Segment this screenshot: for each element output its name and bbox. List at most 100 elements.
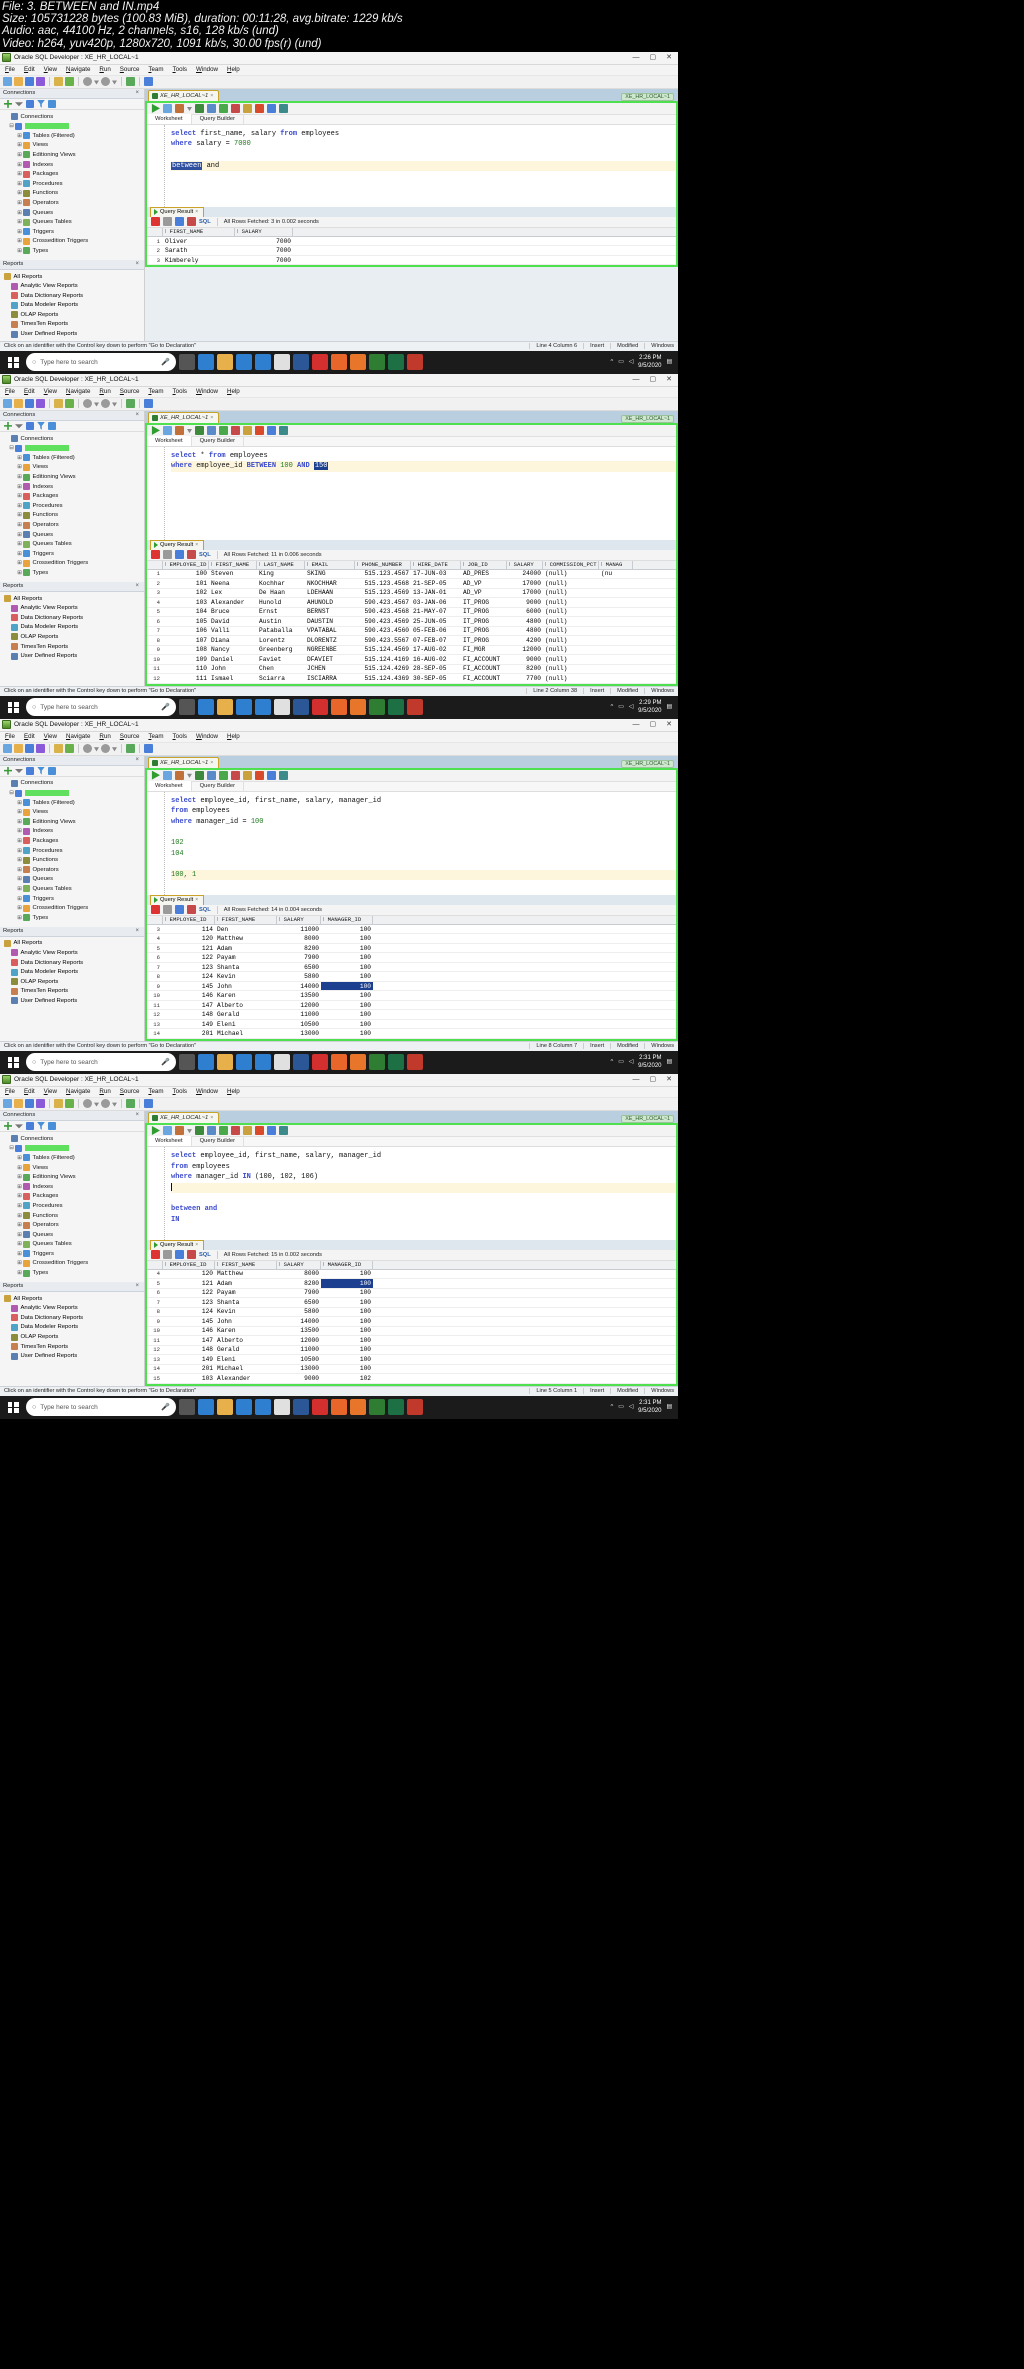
start-button[interactable]: [3, 1397, 23, 1417]
tree-expander[interactable]: ⊞: [16, 1174, 23, 1180]
tree-item-tables-filtered[interactable]: ⊞ Tables (Filtered): [2, 453, 144, 463]
table-cell[interactable]: 103: [163, 598, 209, 607]
chevron-down-icon[interactable]: [15, 102, 23, 107]
taskbar-clock[interactable]: 2:31 PM 9/5/2020: [638, 1054, 661, 1070]
table-cell[interactable]: 100: [321, 1355, 373, 1364]
table-cell[interactable]: 5800: [277, 1308, 321, 1317]
find-icon[interactable]: [144, 77, 153, 87]
table-cell[interactable]: Greenberg: [257, 646, 305, 655]
edge-icon[interactable]: [198, 354, 214, 371]
table-cell[interactable]: 17-AUG-02: [411, 646, 461, 655]
excel-icon[interactable]: [388, 1054, 404, 1071]
filter-icon[interactable]: [37, 99, 45, 108]
table-cell[interactable]: 12000: [277, 1001, 321, 1010]
forward-icon[interactable]: [101, 744, 110, 754]
table-cell[interactable]: 13-JAN-01: [411, 589, 461, 598]
table-cell[interactable]: 146: [163, 991, 215, 1000]
connections-panel-close-icon[interactable]: ×: [135, 90, 141, 96]
table-cell[interactable]: LDEHAAN: [305, 589, 355, 598]
tree-item-crossedition-triggers[interactable]: ⊞ Crossedition Triggers: [2, 237, 144, 247]
report-item-data-modeler-reports[interactable]: Data Modeler Reports: [2, 1323, 144, 1333]
report-item-timesten-reports[interactable]: TimesTen Reports: [2, 1342, 144, 1352]
volume-icon[interactable]: ◁: [629, 1404, 633, 1410]
table-cell[interactable]: 100: [321, 1308, 373, 1317]
tab-close-icon[interactable]: ×: [195, 1242, 198, 1248]
table-cell[interactable]: 7000: [235, 246, 293, 255]
new-file-icon[interactable]: [3, 77, 12, 87]
tree-expander[interactable]: ⊟: [8, 445, 15, 451]
c-icon[interactable]: [407, 1399, 423, 1416]
maximize-button[interactable]: ▢: [650, 54, 657, 61]
reports-panel-close-icon[interactable]: ×: [135, 1283, 141, 1289]
acrobat-icon[interactable]: [312, 699, 328, 716]
table-cell[interactable]: 121: [163, 944, 215, 953]
table-cell[interactable]: Ernst: [257, 608, 305, 617]
tree-item-queues[interactable]: ⊞ Queues: [2, 208, 144, 218]
undo-icon[interactable]: [54, 1099, 63, 1109]
table-cell[interactable]: 124: [163, 972, 215, 981]
table-cell[interactable]: IT_PROG: [461, 617, 507, 626]
notifications-icon[interactable]: ▤: [667, 1404, 672, 1410]
tree-item-editioning-views[interactable]: ⊞ Editioning Views: [2, 472, 144, 482]
table-cell[interactable]: 515.123.4569: [355, 589, 411, 598]
code-line-current[interactable]: between and: [171, 160, 676, 172]
table-cell[interactable]: 12000: [277, 1336, 321, 1345]
worksheet-tab-strip[interactable]: XE_HR_LOCAL~1 × XE_HR_LOCAL~1: [145, 755, 678, 768]
menu-help[interactable]: Help: [227, 1088, 240, 1095]
connections-tree[interactable]: Connections ⊟ XE_HR_LOCAL ⊞ Tables (Filt…: [0, 1132, 144, 1280]
table-cell[interactable]: FI_ACCOUNT: [461, 674, 507, 683]
reports-root[interactable]: All Reports: [2, 1294, 144, 1304]
tree-expander[interactable]: ⊞: [16, 819, 23, 825]
report-item-olap-reports[interactable]: OLAP Reports: [2, 310, 144, 320]
table-cell[interactable]: Steven: [209, 570, 257, 579]
report-item-data-dictionary-reports[interactable]: Data Dictionary Reports: [2, 291, 144, 301]
connection-selector[interactable]: XE_HR_LOCAL~1: [621, 1114, 674, 1123]
tree-expander[interactable]: ⊞: [16, 828, 23, 834]
chevron-down-icon[interactable]: [15, 769, 23, 774]
windows-taskbar[interactable]: ○ Type here to search 🎤 ^ ▭ ◁ 2:31 PM 9/…: [0, 1050, 678, 1074]
column-header[interactable]: ⦙ FIRST_NAME: [163, 227, 235, 236]
task-view-icon[interactable]: [179, 354, 195, 371]
tree-item-editioning-views[interactable]: ⊞ Editioning Views: [2, 150, 144, 160]
menu-edit[interactable]: Edit: [24, 1088, 35, 1095]
taskbar-clock[interactable]: 2:31 PM 9/5/2020: [638, 1399, 661, 1415]
maximize-button[interactable]: ▢: [650, 1076, 657, 1083]
save-icon[interactable]: [25, 77, 34, 87]
redo-icon[interactable]: [65, 399, 74, 409]
subtab-worksheet[interactable]: Worksheet: [147, 1136, 192, 1147]
tree-item-indexes[interactable]: ⊞ Indexes: [2, 1182, 144, 1192]
result-grid[interactable]: ⦙ EMPLOYEE_ID ⦙ FIRST_NAME ⦙ SALARY ⦙ MANAG…: [147, 915, 676, 1039]
table-cell[interactable]: 100: [321, 1346, 373, 1355]
tree-expander[interactable]: ⊞: [16, 838, 23, 844]
table-cell[interactable]: Pataballa: [257, 627, 305, 636]
column-header[interactable]: ⦙ FIRST_NAME: [215, 915, 277, 924]
menu-tools[interactable]: Tools: [173, 388, 187, 395]
run-script-icon[interactable]: [163, 770, 172, 780]
start-button[interactable]: [3, 697, 23, 717]
chevron-down-icon[interactable]: [15, 1124, 23, 1129]
table-cell[interactable]: (null): [543, 608, 599, 617]
table-cell[interactable]: 07-FEB-07: [411, 636, 461, 645]
tab-query-result[interactable]: Query Result ×: [150, 539, 205, 550]
tree-item-triggers[interactable]: ⊞ Triggers: [2, 227, 144, 237]
table-cell[interactable]: 7700: [507, 674, 543, 683]
connections-tree[interactable]: Connections ⊟ XE_HR_LOCAL ⊞ Tables (Filt…: [0, 777, 144, 925]
sql-history-icon[interactable]: [207, 103, 216, 113]
table-cell[interactable]: DLORENTZ: [305, 636, 355, 645]
table-row[interactable]: 8 124 Kevin 5800 100: [147, 1308, 676, 1318]
to-single-record-icon[interactable]: [267, 425, 276, 435]
menu-view[interactable]: View: [44, 733, 57, 740]
table-cell[interactable]: 515.123.4568: [355, 579, 411, 588]
tree-expander[interactable]: ⊟: [8, 123, 15, 129]
report-item-timesten-reports[interactable]: TimesTen Reports: [2, 642, 144, 652]
chevron-down-icon[interactable]: [112, 80, 117, 85]
tree-expander[interactable]: ⊞: [16, 152, 23, 158]
table-cell[interactable]: 123: [163, 963, 215, 972]
delete-icon[interactable]: [187, 1250, 196, 1260]
table-cell[interactable]: FI_ACCOUNT: [461, 655, 507, 664]
tree-item-procedures[interactable]: ⊞ Procedures: [2, 846, 144, 856]
table-row[interactable]: 9 108 Nancy Greenberg NGREENBE 515.124.4569 17…: [147, 646, 676, 656]
c-icon[interactable]: [407, 699, 423, 716]
close-button[interactable]: ✕: [666, 376, 672, 383]
refresh-icon[interactable]: [48, 1121, 56, 1130]
